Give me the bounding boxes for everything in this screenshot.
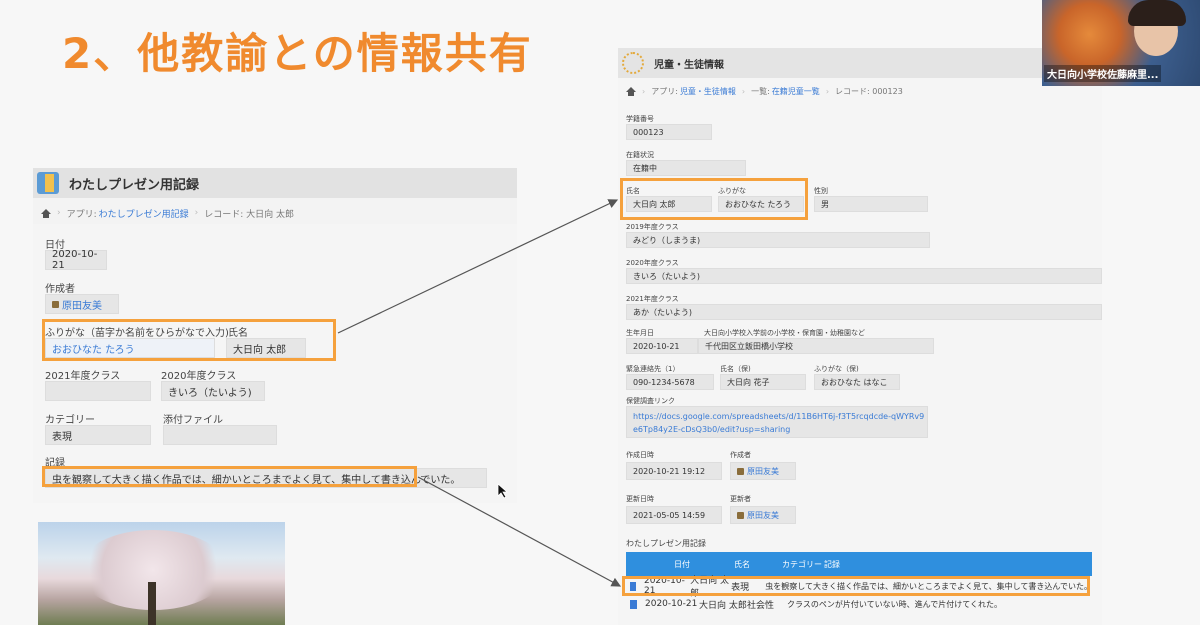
webcam-video: 大日向小学校佐藤麻里... (1042, 0, 1200, 86)
highlight-furigana-name (42, 319, 336, 361)
row-record: クラスのペンが片付いていない時、進んで片付けてくれた。 (787, 599, 1002, 609)
right-title: 児童・生徒情報 (654, 59, 724, 71)
date-field[interactable]: 2020-10-21 (45, 249, 107, 271)
updater-label: 更新者 (730, 495, 751, 503)
emergency-field[interactable]: 090-1234-5678 (626, 374, 714, 390)
class2020-field[interactable]: きいろ（たいよう) (626, 268, 1102, 284)
guardian-name-label: 氏名（保) (720, 365, 751, 373)
class2021-field[interactable]: あか（たいよう) (626, 304, 1102, 320)
col-record: 記録 (824, 559, 840, 569)
guardian-name-field[interactable]: 大日向 花子 (720, 374, 806, 390)
document-icon[interactable] (630, 599, 637, 609)
highlight-record-left (42, 466, 417, 487)
webcam-caption: 大日向小学校佐藤麻里... (1044, 65, 1162, 82)
crumb-list-link[interactable]: 在籍児童一覧 (772, 86, 820, 97)
user-icon (737, 511, 744, 519)
left-title: わたしプレゼン用記録 (69, 177, 200, 193)
category-label: カテゴリー (45, 415, 95, 426)
author-field[interactable]: 原田友美 (45, 294, 119, 314)
right-title-bar: 児童・生徒情報 (618, 48, 1102, 78)
col-date: 日付 (674, 559, 690, 569)
crumb-app-link[interactable]: わたしプレゼン用記録 (99, 207, 189, 220)
gender-label: 性別 (814, 187, 828, 195)
updated-field[interactable]: 2021-05-05 14:59 (626, 506, 722, 524)
author-value[interactable]: 原田友美 (62, 297, 102, 312)
class2020-label: 2020年度クラス (626, 259, 679, 267)
class2019-field[interactable]: みどり（しまうま) (626, 232, 930, 248)
crumb-app-prefix: アプリ: (651, 86, 678, 96)
survey-link-text[interactable]: https://docs.google.com/spreadsheets/d/1… (633, 410, 927, 436)
guardian-furigana-field[interactable]: おおひなた はなこ (814, 374, 900, 390)
table-row[interactable]: 2020-10-21 大日向 太郎 社会性 クラスのペンが片付いていない時、進ん… (626, 596, 1092, 612)
created-label: 作成日時 (626, 451, 654, 459)
created-field[interactable]: 2020-10-21 19:12 (626, 462, 722, 480)
highlight-record-right (622, 576, 1090, 596)
birth-field[interactable]: 2020-10-21 (626, 338, 698, 354)
attach-label: 添付ファイル (163, 415, 223, 426)
gender-field[interactable]: 男 (814, 196, 928, 212)
user-icon (737, 467, 744, 475)
crumb-app-link[interactable]: 児童・生徒情報 (680, 86, 736, 97)
highlight-name-furigana (620, 178, 808, 220)
student-no-label: 学籍番号 (626, 115, 654, 123)
home-icon[interactable] (41, 208, 51, 218)
updater-field[interactable]: 原田友美 (730, 506, 796, 524)
updated-label: 更新日時 (626, 495, 654, 503)
class2019-label: 2019年度クラス (626, 223, 679, 231)
creator-label: 作成者 (730, 451, 751, 459)
category-field[interactable]: 表現 (45, 425, 151, 445)
left-breadcrumb: › アプリ: わたしプレゼン用記録 › レコード: 大日向 太郎 (33, 202, 517, 224)
crumb-list-prefix: 一覧: (751, 86, 770, 96)
class2021-label: 2021年度クラス (626, 295, 679, 303)
col-category: カテゴリー (782, 559, 822, 569)
subtable-title: わたしプレゼン用記録 (626, 539, 706, 548)
class2020-label: 2020年度クラス (161, 371, 237, 382)
author-label: 作成者 (45, 284, 75, 295)
row-category: 社会性 (747, 600, 775, 611)
app-logo-icon (622, 52, 644, 74)
attach-field[interactable] (163, 425, 277, 445)
crumb-app-prefix: アプリ: (66, 209, 97, 220)
school-label: 大日向小学校入学前の小学校・保育園・幼稚園など (704, 329, 865, 337)
updater-value[interactable]: 原田友美 (747, 510, 779, 521)
guardian-furigana-label: ふりがな（保) (814, 365, 859, 373)
status-label: 在籍状況 (626, 151, 654, 159)
creator-field[interactable]: 原田友美 (730, 462, 796, 480)
class2021-field[interactable] (45, 381, 151, 401)
class2021-label: 2021年度クラス (45, 371, 121, 382)
right-record-panel: 児童・生徒情報 › アプリ: 児童・生徒情報 › 一覧: 在籍児童一覧 › レコ… (618, 48, 1102, 625)
creator-value[interactable]: 原田友美 (747, 466, 779, 477)
right-breadcrumb: › アプリ: 児童・生徒情報 › 一覧: 在籍児童一覧 › レコード: 0001… (618, 80, 1102, 102)
crumb-record: レコード: 000123 (835, 86, 903, 96)
cherry-blossom-photo (38, 522, 285, 625)
left-title-bar: わたしプレゼン用記録 (33, 168, 517, 198)
mouse-cursor-icon (497, 483, 509, 499)
survey-label: 保健調査リンク (626, 397, 675, 405)
emergency-label: 緊急連絡先（1） (626, 365, 680, 373)
student-no-field[interactable]: 000123 (626, 124, 712, 140)
school-field[interactable]: 千代田区立飯田橋小学校 (698, 338, 934, 354)
home-icon[interactable] (626, 86, 636, 96)
row-date: 2020-10-21 (645, 599, 698, 609)
user-icon (52, 300, 59, 308)
birth-label: 生年月日 (626, 329, 654, 337)
app-icon (37, 172, 59, 194)
survey-link[interactable]: https://docs.google.com/spreadsheets/d/1… (626, 406, 928, 438)
col-name: 氏名 (734, 559, 750, 569)
class2020-field[interactable]: きいろ（たいよう) (161, 381, 265, 401)
status-field[interactable]: 在籍中 (626, 160, 746, 176)
crumb-record: レコード: 大日向 太郎 (204, 209, 295, 220)
slide-title: 2、他教諭との情報共有 (62, 29, 533, 78)
row-name: 大日向 太郎 (699, 600, 747, 611)
